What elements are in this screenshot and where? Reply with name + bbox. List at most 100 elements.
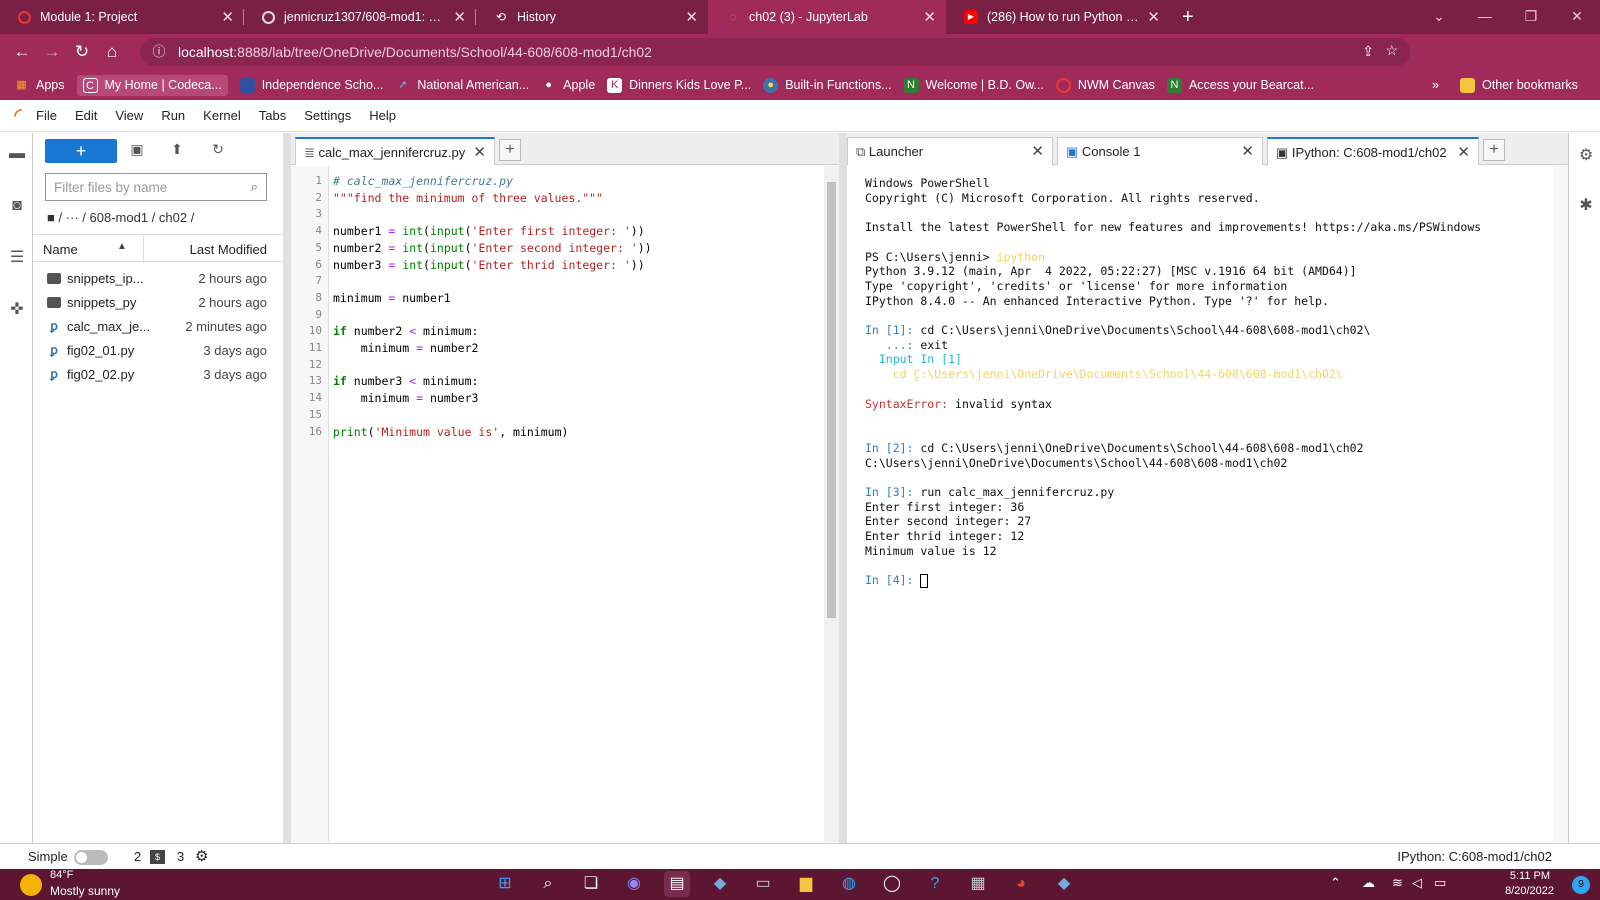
bookmark-nwm-canvas[interactable]: NWM Canvas: [1055, 77, 1155, 93]
file-row[interactable]: snippets_ip... 2 hours ago: [33, 267, 283, 291]
menu-edit[interactable]: Edit: [75, 108, 97, 123]
terminal-count[interactable]: 2: [134, 849, 141, 864]
code-editor[interactable]: 1 2 3 4 5 6 7 8 9 10 11 12 13 14 15 16 # calc_max_jenni…: [291, 166, 839, 842]
volume-icon[interactable]: ◁: [1412, 875, 1422, 891]
code-line[interactable]: minimum = number3: [333, 391, 479, 405]
search-icon[interactable]: ⌕: [535, 871, 561, 897]
debugger-icon[interactable]: ✱: [1575, 195, 1597, 217]
panel-splitter[interactable]: [283, 133, 291, 843]
browser-tab-github[interactable]: jennicruz1307/608-mod1: My no ✕: [244, 0, 476, 34]
close-icon[interactable]: ✕: [1031, 142, 1044, 160]
property-inspector-icon[interactable]: ⚙: [1575, 145, 1597, 167]
close-window-button[interactable]: ✕: [1554, 0, 1600, 34]
breadcrumb[interactable]: ■ / ··· / 608-mod1 / ch02 /: [47, 210, 194, 225]
app-icon[interactable]: ▤: [664, 871, 690, 897]
tab-calc-max[interactable]: ≣ calc_max_jennifercruz.py ✕: [295, 137, 495, 165]
edge-icon[interactable]: ◍: [836, 871, 862, 897]
refresh-icon[interactable]: ↻: [208, 141, 228, 158]
wifi-icon[interactable]: ≋: [1392, 875, 1403, 891]
tab-ipython[interactable]: ▣ IPython: C:608-mod1/ch02 ✕: [1267, 137, 1479, 165]
bookmark-independence[interactable]: Independence Scho...: [239, 77, 383, 93]
add-tab-button[interactable]: +: [499, 139, 521, 161]
tab-launcher[interactable]: ⧉ Launcher ✕: [847, 137, 1053, 165]
file-explorer-icon[interactable]: ▆: [793, 871, 819, 897]
code-line[interactable]: if number3 < minimum:: [333, 374, 478, 388]
code-line[interactable]: print('Minimum value is', minimum): [333, 425, 568, 439]
home-icon[interactable]: ⌂: [97, 42, 127, 62]
new-launcher-button[interactable]: +: [45, 139, 117, 163]
bookmark-bearcat[interactable]: N Access your Bearcat...: [1166, 77, 1314, 93]
battery-icon[interactable]: ▭: [1434, 875, 1446, 891]
console-scrollbar[interactable]: [1553, 166, 1568, 842]
menu-file[interactable]: File: [36, 108, 57, 123]
code-line[interactable]: number3 = int(input('Enter thrid integer…: [333, 258, 645, 272]
close-icon[interactable]: ✕: [1457, 143, 1470, 161]
onedrive-icon[interactable]: ☁: [1362, 875, 1375, 891]
bookmark-apple[interactable]: ● Apple: [541, 78, 595, 93]
weather-temp[interactable]: 84°F: [50, 869, 73, 881]
reload-icon[interactable]: ↻: [67, 42, 97, 62]
tab-search-icon[interactable]: ⌄: [1416, 0, 1462, 34]
github-icon[interactable]: ◯: [879, 871, 905, 897]
app-icon[interactable]: ◆: [707, 871, 733, 897]
code-line[interactable]: minimum = number2: [333, 341, 479, 355]
windows-start-icon[interactable]: ⊞: [492, 871, 518, 897]
bookmark-national-american[interactable]: ➚ National American...: [395, 78, 529, 93]
bookmarks-overflow-button[interactable]: »: [1432, 78, 1439, 92]
teams-chat-icon[interactable]: ◉: [621, 871, 647, 897]
column-last-modified[interactable]: Last Modified: [190, 242, 267, 257]
notification-badge[interactable]: 9: [1572, 876, 1590, 894]
close-tab-icon[interactable]: ✕: [1147, 8, 1160, 26]
share-icon[interactable]: ⇪: [1362, 43, 1374, 60]
browser-tab-jupyterlab[interactable]: ◌ ch02 (3) - JupyterLab ✕: [708, 0, 946, 34]
table-of-contents-icon[interactable]: ☰: [6, 247, 28, 269]
close-tab-icon[interactable]: ✕: [685, 8, 698, 26]
other-bookmarks[interactable]: Other bookmarks: [1460, 77, 1578, 93]
code-line[interactable]: # calc_max_jennifercruz.py: [333, 174, 513, 188]
close-tab-icon[interactable]: ✕: [453, 8, 466, 26]
filter-files-input[interactable]: Filter files by name ⌕: [45, 173, 267, 201]
new-folder-icon[interactable]: ▣: [127, 141, 147, 158]
file-row[interactable]: snippets_py 2 hours ago: [33, 291, 283, 315]
file-row[interactable]: ꝑ fig02_02.py 3 days ago: [33, 363, 283, 387]
terminal-icon[interactable]: ▭: [750, 871, 776, 897]
panel-splitter[interactable]: [839, 133, 847, 843]
store-icon[interactable]: ▦: [965, 871, 991, 897]
task-view-icon[interactable]: ❏: [578, 871, 604, 897]
restore-button[interactable]: ❐: [1508, 0, 1554, 34]
browser-tab-module1[interactable]: Module 1: Project ✕: [0, 0, 244, 34]
url-input[interactable]: ⓘ localhost:8888/lab/tree/OneDrive/Docum…: [140, 38, 1410, 66]
new-tab-button[interactable]: +: [1170, 0, 1210, 34]
file-row[interactable]: ꝑ fig02_01.py 3 days ago: [33, 339, 283, 363]
weather-desc[interactable]: Mostly sunny: [50, 884, 120, 898]
code-line[interactable]: """find the minimum of three values.""": [333, 191, 603, 205]
tab-console-1[interactable]: ▣ Console 1 ✕: [1057, 137, 1263, 165]
bookmark-star-icon[interactable]: ☆: [1385, 42, 1398, 59]
tray-chevron-icon[interactable]: ⌃: [1330, 875, 1341, 891]
menu-settings[interactable]: Settings: [304, 108, 351, 123]
bookmark-codecademy[interactable]: C My Home | Codeca...: [76, 74, 228, 96]
bookmark-apps[interactable]: ▦ Apps: [14, 78, 64, 93]
extensions-icon[interactable]: ✜: [6, 299, 28, 321]
bookmark-dinners[interactable]: K Dinners Kids Love P...: [607, 77, 751, 93]
close-tab-icon[interactable]: ✕: [221, 8, 234, 26]
help-icon[interactable]: ?: [922, 871, 948, 897]
code-line[interactable]: number1 = int(input('Enter first integer…: [333, 224, 645, 238]
menu-kernel[interactable]: Kernel: [203, 108, 241, 123]
running-kernels-icon[interactable]: ◙: [6, 195, 28, 217]
code-line[interactable]: if number2 < minimum:: [333, 324, 478, 338]
app-icon[interactable]: ◆: [1051, 871, 1077, 897]
column-name[interactable]: Name: [43, 242, 78, 257]
menu-tabs[interactable]: Tabs: [259, 108, 286, 123]
browser-tab-youtube[interactable]: ▶ (286) How to run Python scripts i ✕: [946, 0, 1170, 34]
terminal-output[interactable]: Windows PowerShell Copyright (C) Microso…: [847, 166, 1568, 842]
back-arrow-icon[interactable]: ←: [7, 42, 37, 62]
clock-date[interactable]: 8/20/2022: [1505, 885, 1554, 897]
file-row[interactable]: ꝑ calc_max_je... 2 minutes ago: [33, 315, 283, 339]
close-tab-icon[interactable]: ✕: [923, 8, 936, 26]
bookmark-builtin-functions[interactable]: ● Built-in Functions...: [763, 77, 892, 93]
menu-view[interactable]: View: [115, 108, 143, 123]
code-line[interactable]: number2 = int(input('Enter second intege…: [333, 241, 652, 255]
forward-arrow-icon[interactable]: →: [37, 42, 67, 62]
minimize-button[interactable]: —: [1462, 0, 1508, 34]
